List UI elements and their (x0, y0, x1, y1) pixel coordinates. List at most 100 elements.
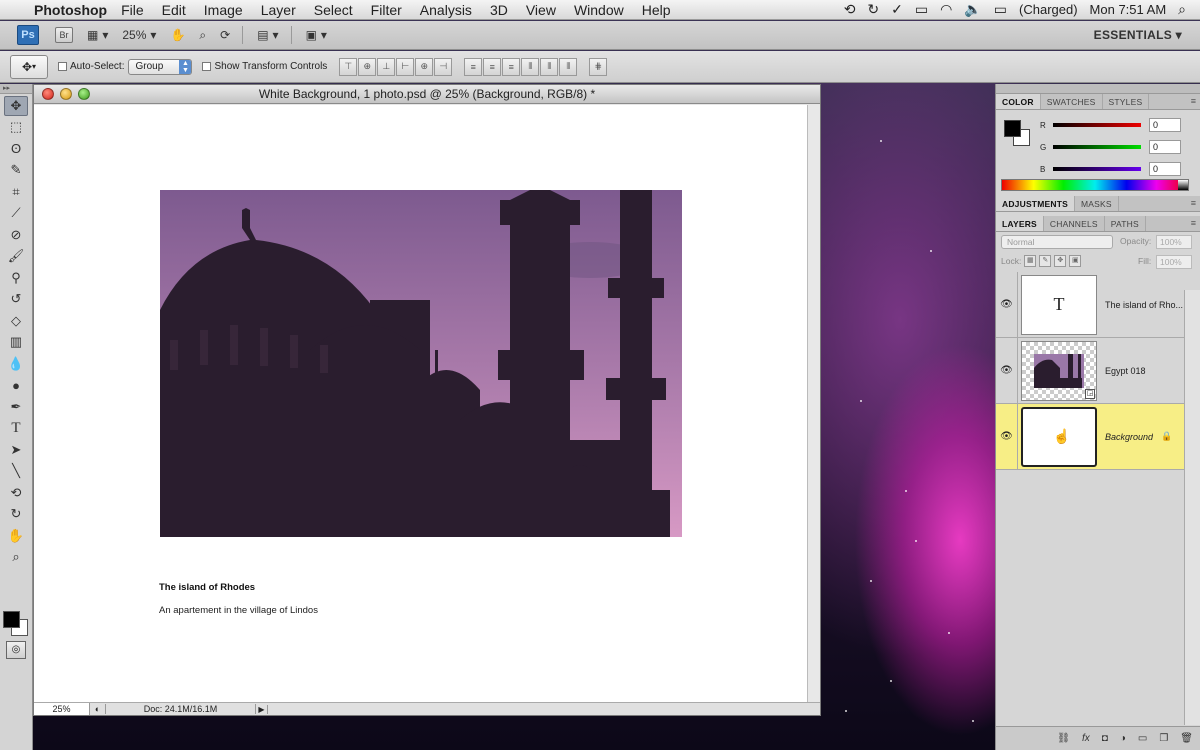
tools-panel-header[interactable]: ▸▸ (0, 84, 32, 94)
blue-slider[interactable] (1053, 167, 1141, 171)
pen-tool[interactable]: ✒ (4, 397, 28, 417)
color-spectrum-bar[interactable] (1001, 179, 1189, 191)
dodge-tool[interactable]: ● (4, 375, 28, 395)
zoom-level-dropdown[interactable]: 25% ▾ (122, 28, 156, 42)
align-vertical-centers-button[interactable]: ⊕ (358, 57, 377, 76)
zoom-window-button[interactable] (78, 88, 90, 100)
tab-adjustments[interactable]: ADJUSTMENTS (996, 196, 1075, 211)
checkbox-box[interactable] (58, 62, 67, 71)
menu-image[interactable]: Image (204, 2, 243, 18)
menu-view[interactable]: View (526, 2, 556, 18)
foreground-color-swatch[interactable] (3, 611, 20, 628)
foreground-color-swatch[interactable] (1004, 120, 1021, 137)
adjustment-layer-icon[interactable]: ◑ (1120, 733, 1126, 744)
volume-icon[interactable]: 🔈 (964, 1, 981, 18)
move-tool[interactable]: ✥ (4, 95, 28, 116)
layer-row[interactable]: 👁 ◲ Egypt 018 (996, 338, 1185, 404)
add-mask-icon[interactable]: ◘ (1102, 733, 1108, 744)
show-transform-controls-checkbox[interactable]: Show Transform Controls (202, 61, 327, 72)
fill-input[interactable]: 100% (1156, 255, 1192, 269)
menu-file[interactable]: File (121, 2, 144, 18)
menu-edit[interactable]: Edit (162, 2, 186, 18)
quick-selection-tool[interactable]: ✎ (4, 160, 28, 180)
brush-tool[interactable]: 🖌 (4, 246, 28, 266)
lock-position-button[interactable]: ✥ (1054, 255, 1067, 267)
tab-channels[interactable]: CHANNELS (1044, 216, 1105, 231)
layer-thumbnail[interactable]: ◲ (1021, 340, 1097, 401)
arrange-documents-button[interactable]: ▤ ▾ (257, 28, 278, 42)
status-zoom-field[interactable]: 25% (34, 703, 90, 715)
marquee-tool[interactable]: ⬚ (4, 117, 28, 137)
menubar-clock[interactable]: Mon 7:51 AM (1090, 2, 1167, 17)
layer-name[interactable]: Egypt 018 (1105, 366, 1146, 376)
line-tool[interactable]: ╲ (4, 461, 28, 481)
spotlight-search-icon[interactable]: ⌕ (1178, 1, 1186, 18)
menu-select[interactable]: Select (314, 2, 353, 18)
red-value-input[interactable]: 0 (1149, 118, 1181, 132)
type-tool[interactable]: T (4, 418, 28, 438)
hand-tool[interactable]: ✋ (4, 526, 28, 546)
tab-paths[interactable]: PATHS (1105, 216, 1146, 231)
wifi-icon[interactable]: ◠ (940, 1, 952, 18)
layer-thumbnail[interactable]: T (1021, 274, 1097, 335)
3d-rotate-tool[interactable]: ⟲ (4, 483, 28, 503)
layer-thumbnail[interactable]: ☝ (1021, 406, 1097, 467)
script-icon[interactable]: ✓ (891, 1, 903, 18)
tab-styles[interactable]: STYLES (1103, 94, 1150, 109)
hand-tool-button[interactable]: ✋ (170, 28, 185, 42)
mosque-photo[interactable] (160, 190, 682, 537)
sync-icon[interactable]: ↻ (867, 1, 879, 18)
history-brush-tool[interactable]: ↺ (4, 289, 28, 309)
tool-preset-picker[interactable]: ✥ ▾ (10, 54, 48, 79)
bridge-button[interactable]: Br (55, 27, 73, 43)
checkbox-box[interactable] (202, 62, 212, 71)
panel-menu-icon[interactable]: ≡ (1191, 198, 1196, 208)
visibility-eye-icon[interactable]: 👁 (996, 404, 1018, 469)
trash-icon[interactable]: 🗑 (1180, 733, 1193, 744)
layer-style-icon[interactable]: fx (1082, 733, 1090, 744)
layers-scrollbar[interactable] (1184, 290, 1200, 725)
menu-3d[interactable]: 3D (490, 2, 508, 18)
auto-select-checkbox[interactable]: Auto-Select: (58, 61, 124, 72)
quick-mask-button[interactable]: ◎ (6, 641, 26, 659)
close-window-button[interactable] (42, 88, 54, 100)
gradient-tool[interactable]: ▥ (4, 332, 28, 352)
auto-select-dropdown[interactable]: Group ▲ ▼ (128, 58, 193, 75)
distribute-right-button[interactable]: ⫴ (559, 57, 578, 76)
lock-all-button[interactable]: ▣ (1069, 255, 1082, 267)
panel-menu-icon[interactable]: ≡ (1191, 96, 1196, 106)
tab-color[interactable]: COLOR (996, 94, 1041, 109)
menu-filter[interactable]: Filter (371, 2, 402, 18)
opacity-input[interactable]: 100% (1156, 235, 1192, 249)
tab-masks[interactable]: MASKS (1075, 196, 1119, 211)
blue-value-input[interactable]: 0 (1149, 162, 1181, 176)
battery-status[interactable]: (Charged) (1019, 2, 1078, 17)
minimize-window-button[interactable] (60, 88, 72, 100)
status-info-icon[interactable]: ◐ (90, 704, 106, 714)
menu-analysis[interactable]: Analysis (420, 2, 472, 18)
screen-mode-button[interactable]: ▣ ▾ (306, 28, 327, 42)
layer-name[interactable]: The island of Rho... (1105, 300, 1183, 310)
menu-layer[interactable]: Layer (261, 2, 296, 18)
zoom-tool-button[interactable]: ⌕ (199, 28, 206, 43)
distribute-bottom-button[interactable]: ≡ (502, 57, 521, 76)
vertical-scrollbar[interactable] (807, 105, 820, 703)
app-menu[interactable]: Photoshop (34, 2, 107, 18)
eyedropper-tool[interactable]: ⟋ (4, 203, 28, 223)
clone-stamp-tool[interactable]: ⚲ (4, 268, 28, 288)
new-group-icon[interactable]: ▭ (1138, 733, 1147, 744)
3d-orbit-tool[interactable]: ↻ (4, 504, 28, 524)
zoom-tool[interactable]: ⌕ (4, 547, 28, 567)
new-layer-icon[interactable]: ❐ (1159, 733, 1168, 744)
crop-tool[interactable]: ⌗ (4, 182, 28, 202)
path-selection-tool[interactable]: ➤ (4, 440, 28, 460)
distribute-hcenter-button[interactable]: ⫴ (540, 57, 559, 76)
photoshop-logo[interactable]: Ps (17, 25, 39, 45)
lock-transparency-button[interactable]: ▦ (1024, 255, 1037, 267)
panel-menu-icon[interactable]: ≡ (1191, 218, 1196, 228)
green-slider[interactable] (1053, 145, 1141, 149)
battery-icon[interactable]: ▭ (994, 1, 1007, 18)
menu-window[interactable]: Window (574, 2, 624, 18)
distribute-top-button[interactable]: ≡ (464, 57, 483, 76)
view-extras-button[interactable]: ▦ ▾ (87, 28, 108, 42)
